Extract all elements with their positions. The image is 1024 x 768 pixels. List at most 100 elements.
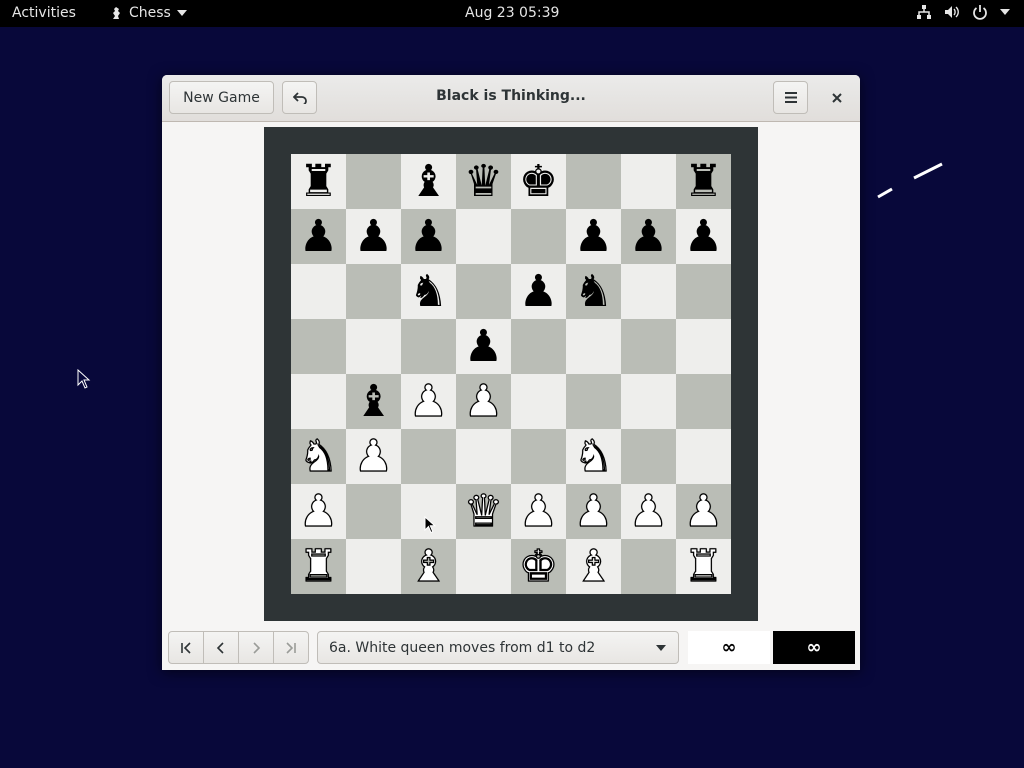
white-knight-piece[interactable]: ♞: [573, 433, 614, 478]
square-g8[interactable]: [621, 154, 676, 209]
black-queen-piece[interactable]: ♛: [464, 159, 503, 204]
square-b2[interactable]: [346, 484, 401, 539]
black-pawn-piece[interactable]: ♟: [684, 214, 723, 259]
square-a6[interactable]: [291, 264, 346, 319]
square-g4[interactable]: [621, 374, 676, 429]
white-bishop-piece[interactable]: ♝: [408, 543, 449, 588]
square-a7[interactable]: ♟: [291, 209, 346, 264]
square-c6[interactable]: ♞: [401, 264, 456, 319]
square-b7[interactable]: ♟: [346, 209, 401, 264]
square-g3[interactable]: [621, 429, 676, 484]
square-f4[interactable]: [566, 374, 621, 429]
square-g5[interactable]: [621, 319, 676, 374]
black-knight-piece[interactable]: ♞: [409, 269, 448, 314]
black-rook-piece[interactable]: ♜: [299, 159, 338, 204]
white-pawn-piece[interactable]: ♟: [573, 488, 614, 533]
white-pawn-piece[interactable]: ♟: [683, 488, 724, 533]
square-d1[interactable]: [456, 539, 511, 594]
square-g6[interactable]: [621, 264, 676, 319]
square-a5[interactable]: [291, 319, 346, 374]
square-f8[interactable]: [566, 154, 621, 209]
square-h7[interactable]: ♟: [676, 209, 731, 264]
system-tray[interactable]: [916, 4, 1010, 20]
main-menu-button[interactable]: [773, 81, 808, 114]
square-c4[interactable]: ♟: [401, 374, 456, 429]
square-d4[interactable]: ♟: [456, 374, 511, 429]
previous-move-button[interactable]: [203, 631, 239, 664]
square-h3[interactable]: [676, 429, 731, 484]
square-e1[interactable]: ♚: [511, 539, 566, 594]
square-h6[interactable]: [676, 264, 731, 319]
square-a4[interactable]: [291, 374, 346, 429]
black-knight-piece[interactable]: ♞: [574, 269, 613, 314]
white-pawn-piece[interactable]: ♟: [518, 488, 559, 533]
square-h5[interactable]: [676, 319, 731, 374]
chess-board[interactable]: ♜ ♝ ♛ ♚ ♜ ♟ ♟ ♟ ♟ ♟ ♟ ♞ ♟ ♞ ♟ ♝ ♟ ♟ ♞ ♟ ♞ ♟ ♛ ♟ ♟ ♟ ♟ ♜ ♝ ♚ ♝ ♜: [291, 154, 731, 594]
white-bishop-piece[interactable]: ♝: [573, 543, 614, 588]
square-c1[interactable]: ♝: [401, 539, 456, 594]
black-pawn-piece[interactable]: ♟: [299, 214, 338, 259]
square-c8[interactable]: ♝: [401, 154, 456, 209]
black-pawn-piece[interactable]: ♟: [629, 214, 668, 259]
black-bishop-piece[interactable]: ♝: [409, 159, 448, 204]
last-move-button[interactable]: [273, 631, 309, 664]
square-e4[interactable]: [511, 374, 566, 429]
square-e3[interactable]: [511, 429, 566, 484]
square-d7[interactable]: [456, 209, 511, 264]
square-d5[interactable]: ♟: [456, 319, 511, 374]
white-knight-piece[interactable]: ♞: [298, 433, 339, 478]
black-pawn-piece[interactable]: ♟: [409, 214, 448, 259]
square-e7[interactable]: [511, 209, 566, 264]
white-pawn-piece[interactable]: ♟: [628, 488, 669, 533]
move-history-dropdown[interactable]: 6a. White queen moves from d1 to d2: [317, 631, 679, 664]
square-d2[interactable]: ♛: [456, 484, 511, 539]
square-g2[interactable]: ♟: [621, 484, 676, 539]
black-king-piece[interactable]: ♚: [519, 159, 558, 204]
black-pawn-piece[interactable]: ♟: [464, 324, 503, 369]
white-rook-piece[interactable]: ♜: [298, 543, 339, 588]
black-pawn-piece[interactable]: ♟: [574, 214, 613, 259]
white-pawn-piece[interactable]: ♟: [463, 378, 504, 423]
activities-button[interactable]: Activities: [12, 5, 76, 21]
black-pawn-piece[interactable]: ♟: [519, 269, 558, 314]
white-pawn-piece[interactable]: ♟: [408, 378, 449, 423]
square-c5[interactable]: [401, 319, 456, 374]
square-f7[interactable]: ♟: [566, 209, 621, 264]
square-a1[interactable]: ♜: [291, 539, 346, 594]
clock[interactable]: Aug 23 05:39: [465, 5, 559, 21]
black-rook-piece[interactable]: ♜: [684, 159, 723, 204]
square-b4[interactable]: ♝: [346, 374, 401, 429]
square-a8[interactable]: ♜: [291, 154, 346, 209]
square-g7[interactable]: ♟: [621, 209, 676, 264]
square-f1[interactable]: ♝: [566, 539, 621, 594]
square-b6[interactable]: [346, 264, 401, 319]
square-e5[interactable]: [511, 319, 566, 374]
square-d6[interactable]: [456, 264, 511, 319]
white-pawn-piece[interactable]: ♟: [353, 433, 394, 478]
next-move-button[interactable]: [238, 631, 274, 664]
square-a3[interactable]: ♞: [291, 429, 346, 484]
square-c3[interactable]: [401, 429, 456, 484]
white-pawn-piece[interactable]: ♟: [298, 488, 339, 533]
square-d3[interactable]: [456, 429, 511, 484]
square-f5[interactable]: [566, 319, 621, 374]
square-h4[interactable]: [676, 374, 731, 429]
white-king-piece[interactable]: ♚: [518, 543, 559, 588]
first-move-button[interactable]: [168, 631, 204, 664]
square-f6[interactable]: ♞: [566, 264, 621, 319]
square-b5[interactable]: [346, 319, 401, 374]
close-button[interactable]: [823, 84, 851, 112]
square-h8[interactable]: ♜: [676, 154, 731, 209]
new-game-button[interactable]: New Game: [169, 81, 274, 114]
square-b3[interactable]: ♟: [346, 429, 401, 484]
square-h2[interactable]: ♟: [676, 484, 731, 539]
white-rook-piece[interactable]: ♜: [683, 543, 724, 588]
square-f2[interactable]: ♟: [566, 484, 621, 539]
square-a2[interactable]: ♟: [291, 484, 346, 539]
square-e2[interactable]: ♟: [511, 484, 566, 539]
square-g1[interactable]: [621, 539, 676, 594]
square-f3[interactable]: ♞: [566, 429, 621, 484]
square-h1[interactable]: ♜: [676, 539, 731, 594]
black-pawn-piece[interactable]: ♟: [354, 214, 393, 259]
black-bishop-piece[interactable]: ♝: [354, 379, 393, 424]
